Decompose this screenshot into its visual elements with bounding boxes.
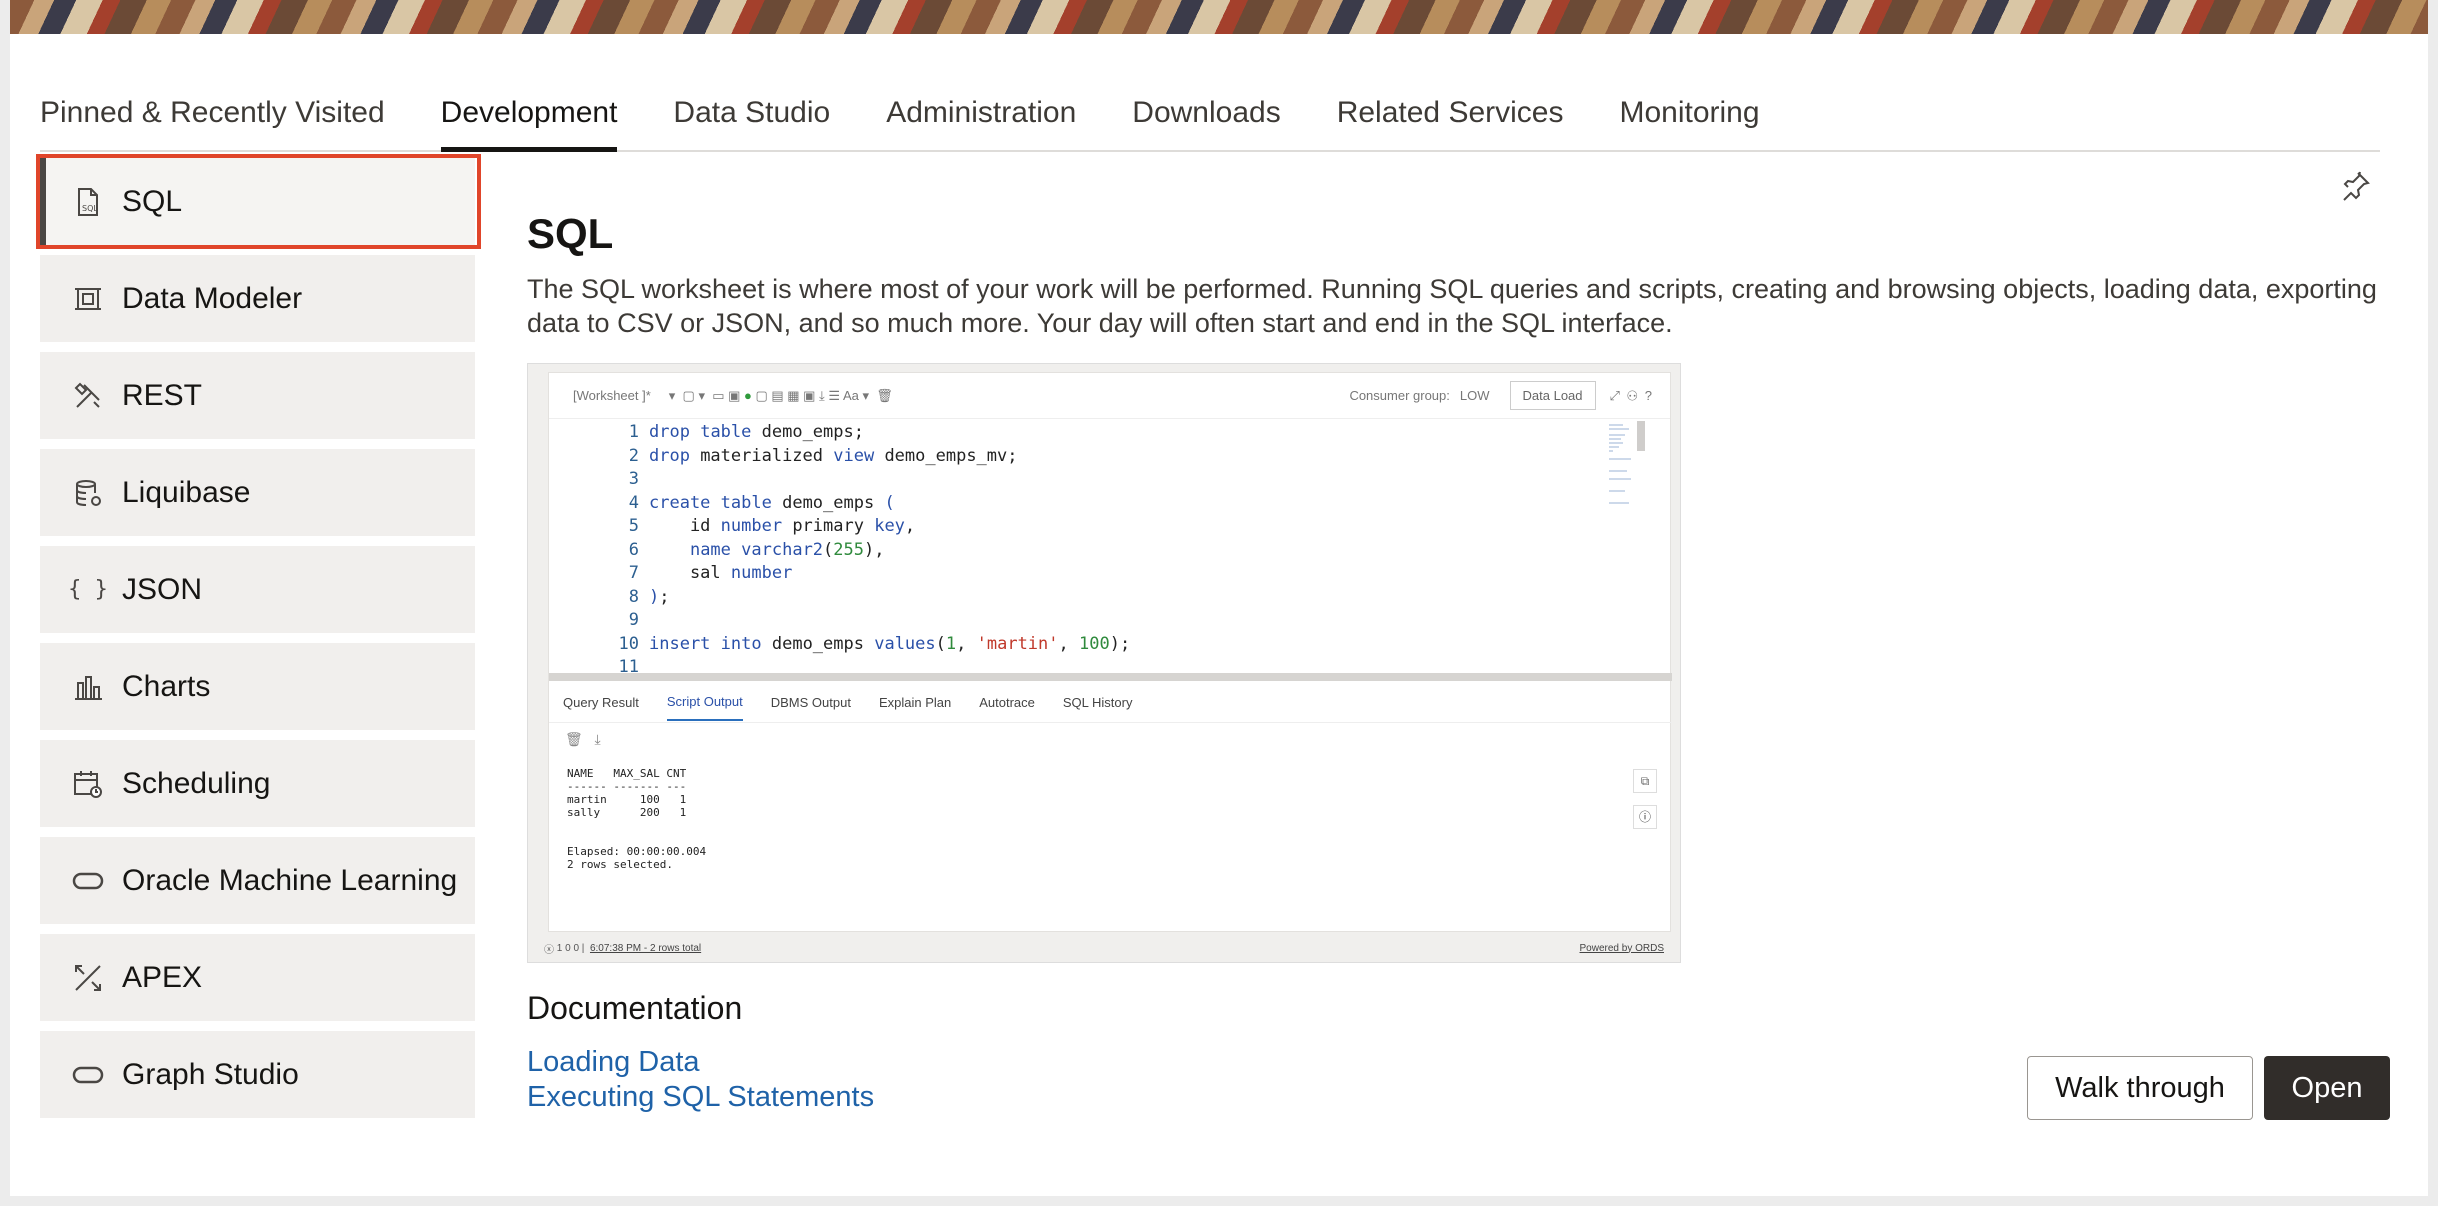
tab-autotrace: Autotrace	[979, 695, 1035, 710]
sidebar-item-data-modeler[interactable]: Data Modeler	[40, 255, 475, 342]
sidebar-item-scheduling[interactable]: Scheduling	[40, 740, 475, 827]
sidebar-item-apex[interactable]: APEX	[40, 934, 475, 1021]
tab-query-result: Query Result	[563, 695, 639, 710]
svg-text:SQL: SQL	[82, 204, 98, 213]
oracle-oval-icon	[72, 865, 104, 897]
status-time: 6:07:38 PM - 2 rows total	[589, 942, 702, 954]
sidebar-item-json[interactable]: { } JSON	[40, 546, 475, 633]
sidebar-item-liquibase[interactable]: Liquibase	[40, 449, 475, 536]
script-output-text: NAME MAX_SAL CNT ------ ------- --- mart…	[567, 767, 707, 871]
calendar-clock-icon	[72, 768, 104, 800]
category-tabs: Pinned & Recently Visited Development Da…	[40, 60, 2380, 152]
sidebar-item-label: Scheduling	[122, 766, 271, 800]
braces-icon: { }	[68, 577, 108, 602]
sql-worksheet-preview: [Worksheet ]* ▾ ▢ ▾ ▭ ▣ ● ▢ ▤ ▦ ▣ ⤓ ☰ Aa…	[527, 363, 1681, 963]
tab-monitoring[interactable]: Monitoring	[1591, 60, 1787, 150]
doc-link-executing-sql[interactable]: Executing SQL Statements	[527, 1081, 874, 1114]
data-load-button: Data Load	[1509, 381, 1596, 410]
preview-editor: [Worksheet ]* ▾ ▢ ▾ ▭ ▣ ● ▢ ▤ ▦ ▣ ⤓ ☰ Aa…	[548, 372, 1672, 932]
sidebar-item-label: REST	[122, 378, 203, 412]
data-modeler-icon	[72, 283, 104, 315]
tab-pinned[interactable]: Pinned & Recently Visited	[40, 60, 413, 150]
worksheet-selector: [Worksheet ]*	[573, 388, 651, 403]
sql-file-icon: SQL	[72, 186, 104, 218]
sidebar-item-label: Charts	[122, 669, 211, 703]
documentation-heading: Documentation	[527, 990, 743, 1026]
tab-development[interactable]: Development	[413, 60, 646, 152]
preview-status-bar: ⓧ 1 0 0 | 6:07:38 PM - 2 rows total Powe…	[528, 934, 1680, 962]
sidebar-item-oml[interactable]: Oracle Machine Learning	[40, 837, 475, 924]
toolbar-right-icons: ⤢ ⚇ ?	[1609, 387, 1652, 403]
output-tool-icons: 🗑 ⤓	[565, 731, 601, 747]
sidebar-item-label: JSON	[122, 572, 203, 606]
info-icon: ⓘ	[1633, 805, 1657, 829]
tab-administration[interactable]: Administration	[858, 60, 1104, 150]
powered-by: Powered by ORDS	[1579, 942, 1664, 954]
output-tabs: Query Result Script Output DBMS Output E…	[549, 683, 1672, 723]
tab-explain-plan: Explain Plan	[878, 695, 952, 710]
preview-toolbar: [Worksheet ]* ▾ ▢ ▾ ▭ ▣ ● ▢ ▤ ▦ ▣ ⤓ ☰ Aa…	[549, 373, 1670, 419]
tab-script-output: Script Output	[666, 684, 743, 721]
sidebar-item-label: Data Modeler	[122, 281, 303, 315]
header-banner	[10, 0, 2428, 34]
pin-icon	[2343, 171, 2370, 201]
open-button[interactable]: Open	[2264, 1056, 2390, 1120]
code-minimap	[1607, 421, 1647, 531]
tab-related-services[interactable]: Related Services	[1309, 60, 1592, 150]
page-title: SQL	[527, 210, 614, 257]
consumer-group-value: LOW	[1459, 388, 1490, 403]
sidebar-item-label: APEX	[122, 960, 203, 994]
tab-sql-history: SQL History	[1062, 695, 1133, 710]
sidebar-item-charts[interactable]: Charts	[40, 643, 475, 730]
tools-sidebar: SQL SQL Data Modeler REST Liquibase { } …	[36, 154, 481, 1128]
bar-chart-icon	[72, 671, 104, 703]
tool-description: The SQL worksheet is where most of your …	[527, 274, 2377, 338]
sidebar-item-graph-studio[interactable]: Graph Studio	[40, 1031, 475, 1118]
oracle-oval-icon	[72, 1059, 104, 1091]
tab-dbms-output: DBMS Output	[770, 695, 851, 710]
sidebar-item-rest[interactable]: REST	[40, 352, 475, 439]
sidebar-item-label: Graph Studio	[122, 1057, 299, 1091]
sidebar-item-sql[interactable]: SQL SQL	[36, 154, 481, 249]
apex-icon	[72, 962, 104, 994]
toolbar-icons: ▾ ▢ ▾ ▭ ▣ ● ▢ ▤ ▦ ▣ ⤓ ☰ Aa ▾ 🗑	[668, 387, 893, 403]
tab-data-studio[interactable]: Data Studio	[645, 60, 858, 150]
detail-pane: SQL The SQL worksheet is where most of y…	[527, 158, 2390, 1120]
consumer-group-label: Consumer group:	[1349, 388, 1450, 403]
doc-link-loading-data[interactable]: Loading Data	[527, 1046, 700, 1079]
database-icon	[72, 477, 104, 509]
walk-through-button[interactable]: Walk through	[2027, 1056, 2253, 1120]
tab-downloads[interactable]: Downloads	[1104, 60, 1308, 150]
copy-icon: ⧉	[1633, 769, 1657, 793]
sidebar-item-label: Oracle Machine Learning	[122, 863, 458, 897]
tools-icon	[72, 380, 104, 412]
sidebar-item-label: SQL	[122, 184, 183, 218]
code-editor: 1 drop table demo_emps; 2 drop materialize…	[618, 422, 1131, 677]
status-icons: ⓧ	[544, 944, 557, 956]
status-counts: 1 0 0 |	[556, 942, 585, 954]
editor-splitter	[549, 673, 1672, 681]
sidebar-item-label: Liquibase	[122, 475, 251, 509]
pin-button[interactable]	[2327, 158, 2383, 214]
